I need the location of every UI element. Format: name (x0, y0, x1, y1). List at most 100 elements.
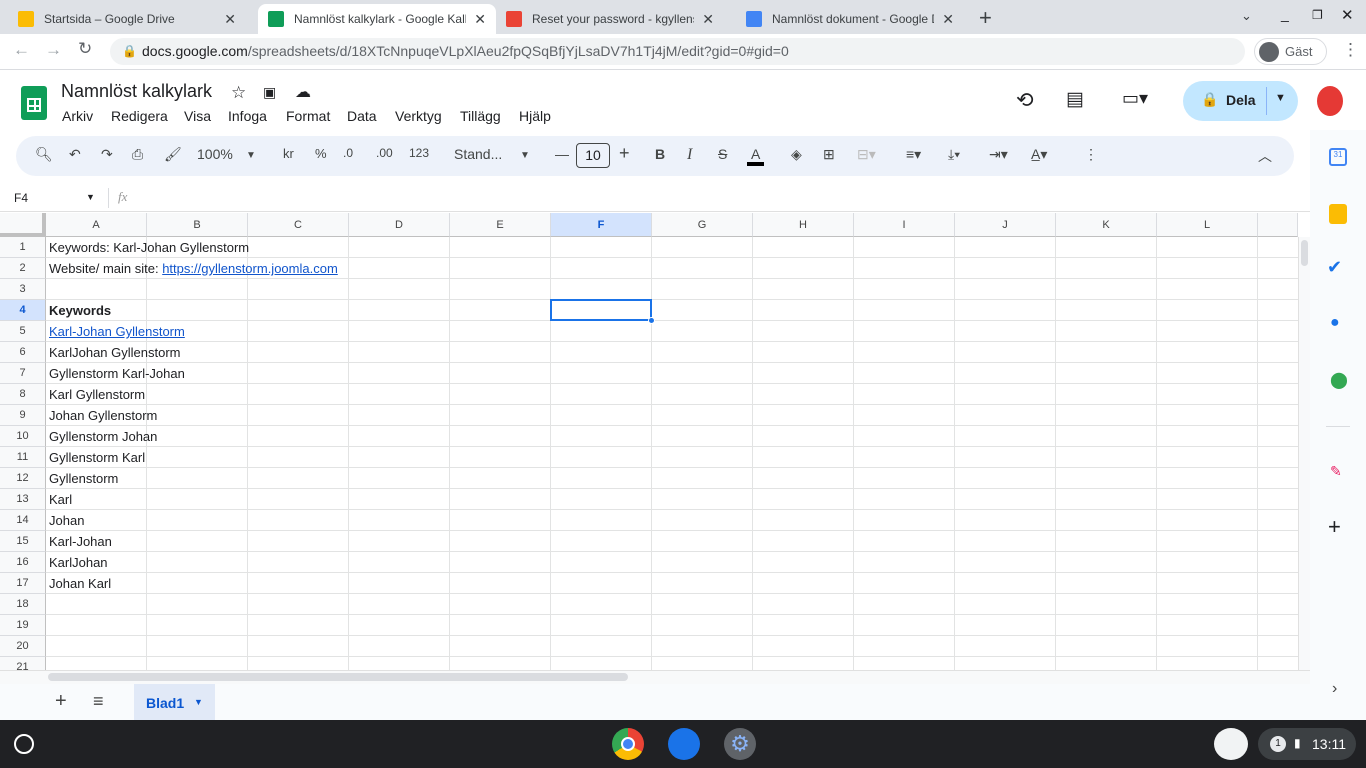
version-history-icon[interactable]: ⟲ (1016, 88, 1034, 113)
cell-a2[interactable]: Website/ main site: https://gyllenstorm.… (49, 258, 338, 279)
undo-icon[interactable]: ↶ (69, 146, 81, 163)
menu-arkiv[interactable]: Arkiv (62, 108, 93, 124)
share-dropdown-icon[interactable]: ▼ (1275, 92, 1286, 104)
row-header[interactable]: 3 (0, 279, 46, 300)
cell-a10[interactable]: Gyllenstorm Johan (49, 426, 157, 447)
row-header[interactable]: 13 (0, 489, 46, 510)
horizontal-align-icon[interactable]: ≡▾ (906, 146, 921, 163)
menu-infoga[interactable]: Infoga (228, 108, 267, 124)
expand-side-panel-icon[interactable]: › (1332, 680, 1337, 698)
column-header-c[interactable]: C (248, 213, 349, 237)
browser-tab[interactable]: Reset your password - kgyllenstorm ✕ (496, 4, 724, 34)
more-icon[interactable]: ⋮ (1084, 146, 1098, 163)
minimize-button[interactable]: _ (1281, 6, 1289, 22)
column-header-h[interactable]: H (753, 213, 854, 237)
settings-icon[interactable]: ⚙ (724, 728, 756, 760)
website-link[interactable]: https://gyllenstorm.joomla.com (162, 261, 338, 276)
selected-cell-f4[interactable] (550, 299, 652, 321)
sheet-menu-icon[interactable]: ▼ (194, 697, 203, 707)
row-header[interactable]: 19 (0, 615, 46, 636)
menu-visa[interactable]: Visa (184, 108, 211, 124)
row-header[interactable]: 20 (0, 636, 46, 657)
forward-icon[interactable]: → (45, 40, 62, 60)
cell-a12[interactable]: Gyllenstorm (49, 468, 118, 489)
addon-icon[interactable]: ✎ (1330, 463, 1342, 480)
fill-color-icon[interactable]: ◈ (791, 146, 802, 163)
browser-menu-icon[interactable]: ⋮ (1342, 40, 1359, 60)
zoom-select[interactable]: 100% (197, 146, 233, 162)
browser-tab[interactable]: Namnlöst dokument - Google Dokument ✕ (736, 4, 964, 34)
column-header-l[interactable]: L (1157, 213, 1258, 237)
fill-handle[interactable] (648, 317, 655, 324)
cell-a14[interactable]: Johan (49, 510, 84, 531)
share-button[interactable]: 🔒 Dela ▼ (1183, 81, 1298, 121)
profile-button[interactable]: Gäst (1254, 38, 1327, 65)
table-row[interactable] (46, 531, 1298, 552)
text-wrapping-icon[interactable]: ⇥▾ (989, 146, 1008, 163)
get-addons-icon[interactable]: + (1328, 514, 1341, 540)
cell-a15[interactable]: Karl-Johan (49, 531, 112, 552)
add-sheet-icon[interactable]: + (55, 690, 67, 713)
tab-search-button[interactable]: ⌄ (1241, 8, 1252, 24)
table-row[interactable] (46, 321, 1298, 342)
cell-a13[interactable]: Karl (49, 489, 72, 510)
cell-a1[interactable]: Keywords: Karl-Johan Gyllenstorm (49, 237, 249, 258)
table-row[interactable] (46, 468, 1298, 489)
sheet-tab-blad1[interactable]: Blad1 ▼ (134, 684, 215, 720)
vertical-scrollbar[interactable] (1298, 237, 1310, 670)
back-icon[interactable]: ← (13, 40, 30, 60)
row-header[interactable]: 18 (0, 594, 46, 615)
tasks-icon[interactable]: ✔ (1327, 257, 1342, 278)
cell-a6[interactable]: KarlJohan Gyllenstorm (49, 342, 181, 363)
move-folder-icon[interactable]: ▣ (263, 84, 276, 101)
url-input[interactable]: 🔒 docs.google.com/spreadsheets/d/18XTcNnp… (110, 38, 1245, 65)
row-header[interactable]: 9 (0, 405, 46, 426)
close-tab-icon[interactable]: ✕ (474, 11, 486, 28)
cloud-saved-icon[interactable]: ☁ (295, 82, 311, 102)
cell-a8[interactable]: Karl Gyllenstorm (49, 384, 145, 405)
table-row[interactable] (46, 594, 1298, 615)
font-select[interactable]: Stand... (454, 146, 502, 162)
row-header[interactable]: 8 (0, 384, 46, 405)
menu-format[interactable]: Format (286, 108, 330, 124)
redo-icon[interactable]: ↷ (101, 146, 113, 163)
chrome-icon[interactable] (612, 728, 644, 760)
table-row[interactable] (46, 552, 1298, 573)
merge-cells-icon[interactable]: ⊟▾ (857, 146, 876, 163)
cell-a5[interactable]: Karl-Johan Gyllenstorm (49, 321, 185, 342)
table-row[interactable] (46, 447, 1298, 468)
column-header-j[interactable]: J (955, 213, 1056, 237)
column-header-m[interactable] (1258, 213, 1298, 237)
avatar[interactable] (1317, 86, 1343, 116)
cell-a17[interactable]: Johan Karl (49, 573, 111, 594)
sheets-logo[interactable] (21, 86, 47, 120)
maximize-button[interactable]: ❐ (1312, 8, 1323, 22)
row-header[interactable]: 10 (0, 426, 46, 447)
row-header[interactable]: 14 (0, 510, 46, 531)
formula-input[interactable] (145, 190, 1295, 208)
table-row[interactable] (46, 615, 1298, 636)
close-tab-icon[interactable]: ✕ (942, 11, 954, 28)
font-size-input[interactable]: 10 (576, 143, 610, 168)
increase-decimal-button[interactable]: .00 (376, 146, 393, 160)
row-header[interactable]: 1 (0, 237, 46, 258)
row-header[interactable]: 11 (0, 447, 46, 468)
column-header-e[interactable]: E (450, 213, 551, 237)
horizontal-scrollbar[interactable] (0, 670, 1310, 684)
search-menus-icon[interactable]: 🔍︎ (35, 146, 53, 163)
menu-tillägg[interactable]: Tillägg (460, 108, 501, 124)
menu-data[interactable]: Data (347, 108, 377, 124)
column-header-k[interactable]: K (1056, 213, 1157, 237)
system-tray[interactable]: 1 ▮ 13:11 (1258, 728, 1356, 760)
text-rotation-icon[interactable]: A̲▾ (1031, 146, 1047, 163)
row-header[interactable]: 12 (0, 468, 46, 489)
new-tab-button[interactable]: + (979, 5, 992, 31)
text-color-icon[interactable]: A (747, 146, 765, 166)
more-formats-button[interactable]: 123 (409, 146, 429, 160)
cell-a11[interactable]: Gyllenstorm Karl (49, 447, 145, 468)
row-header[interactable]: 7 (0, 363, 46, 384)
keep-icon[interactable] (1329, 204, 1347, 224)
comments-icon[interactable]: ▤ (1066, 88, 1084, 111)
italic-icon[interactable]: I (687, 146, 692, 164)
cell-a9[interactable]: Johan Gyllenstorm (49, 405, 157, 426)
